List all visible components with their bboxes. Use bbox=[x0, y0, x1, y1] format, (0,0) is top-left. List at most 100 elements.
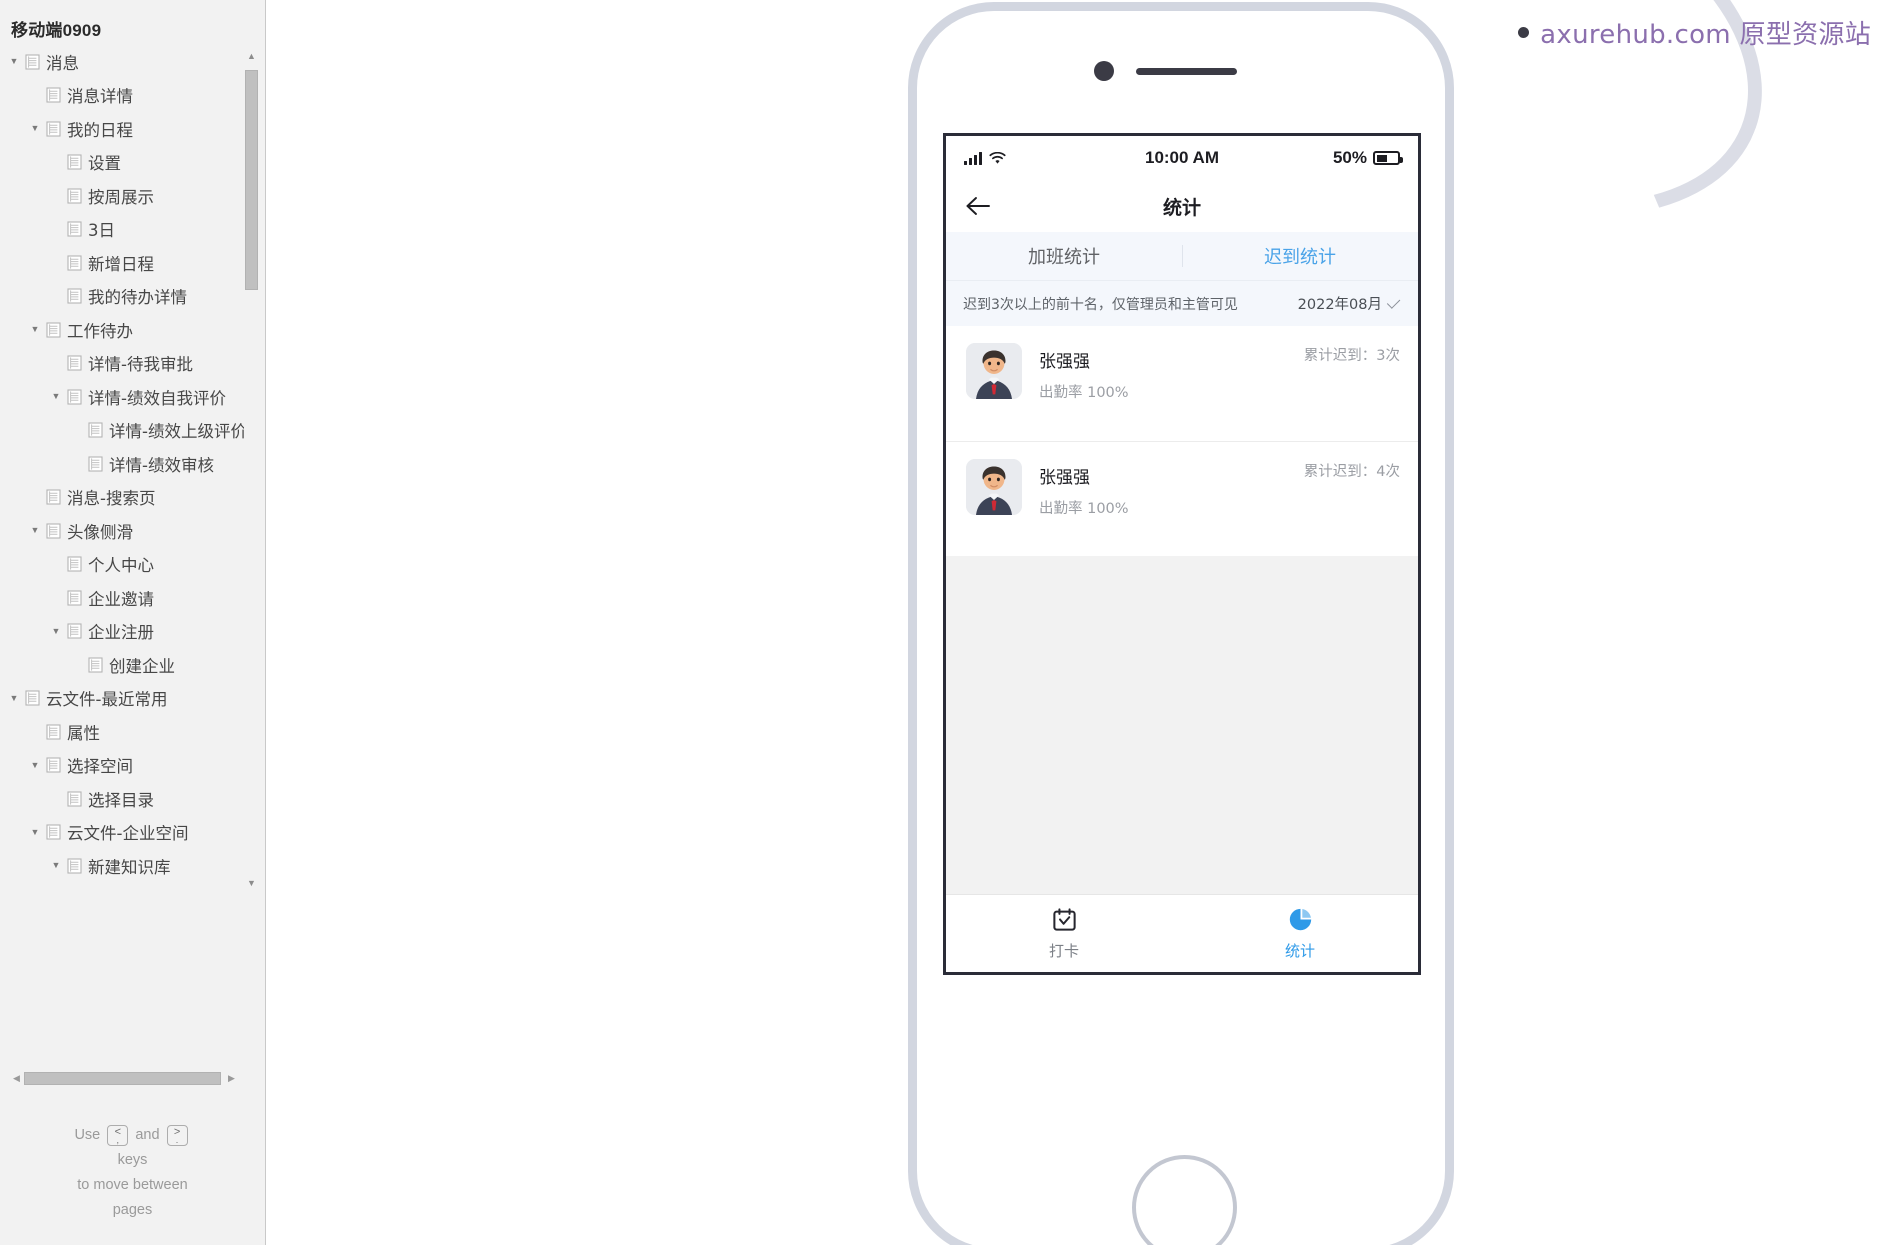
tree-item[interactable]: ▼企业邀请 bbox=[0, 581, 248, 615]
page-icon bbox=[64, 255, 84, 271]
tree-item[interactable]: ▼ 云文件-最近常用 bbox=[0, 682, 248, 716]
tree-item-label: 我的待办详情 bbox=[88, 288, 187, 308]
hint-and-label: and bbox=[135, 1127, 160, 1143]
scroll-up-arrow-icon[interactable]: ▲ bbox=[244, 48, 259, 63]
late-count: 累计迟到：4次 bbox=[1303, 464, 1400, 480]
tree-item[interactable]: ▼ 企业注册 bbox=[0, 615, 248, 649]
tree-item-label: 详情-绩效自我评价 bbox=[88, 388, 226, 408]
chevron-down-icon[interactable]: ▼ bbox=[27, 526, 43, 535]
tree-item[interactable]: ▼选择目录 bbox=[0, 782, 248, 816]
segmented-tabs: 加班统计 迟到统计 bbox=[946, 232, 1418, 280]
battery-icon bbox=[1373, 151, 1403, 165]
tree-item[interactable]: ▼ 详情-绩效自我评价 bbox=[0, 380, 248, 414]
next-page-keycap: > . bbox=[166, 1124, 188, 1146]
tab-checkin-label: 打卡 bbox=[1048, 942, 1079, 960]
tree-item[interactable]: ▼消息-搜索页 bbox=[0, 481, 248, 515]
tree-item-label: 工作待办 bbox=[67, 321, 133, 341]
tree-item-label: 新增日程 bbox=[88, 254, 154, 274]
chevron-down-icon[interactable]: ▼ bbox=[27, 760, 43, 770]
tab-stats-label: 统计 bbox=[1284, 942, 1315, 960]
tree-item-label: 企业注册 bbox=[88, 623, 154, 643]
tree-item[interactable]: ▼新增日程 bbox=[0, 246, 248, 280]
page-icon bbox=[85, 657, 105, 673]
vertical-scroll-thumb[interactable] bbox=[245, 70, 258, 290]
tree-item[interactable]: ▼创建企业 bbox=[0, 648, 248, 682]
sidebar-title: 移动端0909 bbox=[11, 21, 102, 40]
chevron-down-icon[interactable]: ▼ bbox=[27, 124, 43, 133]
tree-item-label: 消息详情 bbox=[67, 87, 133, 107]
tree-item[interactable]: ▼ 新建知识库 bbox=[0, 849, 248, 883]
status-bar: 10:00 AM 50% bbox=[946, 136, 1418, 180]
tab-checkin[interactable]: 打卡 bbox=[946, 906, 1182, 961]
tree-item[interactable]: ▼我的待办详情 bbox=[0, 280, 248, 314]
tree-item[interactable]: ▼3日 bbox=[0, 213, 248, 247]
tree-item[interactable]: ▼ 选择空间 bbox=[0, 749, 248, 783]
tab-late-stats[interactable]: 迟到统计 bbox=[1182, 243, 1418, 269]
pages-sidebar: 移动端0909 ▼消息▼消息详情▼我的日程▼设置▼按周展示▼3日▼新增日程▼我的… bbox=[0, 0, 266, 1245]
home-button[interactable] bbox=[1132, 1155, 1237, 1245]
page-icon bbox=[64, 389, 84, 405]
next-key-bottom: . bbox=[175, 1134, 179, 1145]
page-icon bbox=[43, 87, 63, 103]
page-icon bbox=[85, 456, 105, 472]
tree-item[interactable]: ▼ 消息 bbox=[0, 45, 248, 79]
scroll-left-arrow-icon[interactable]: ◀ bbox=[10, 1071, 23, 1086]
tree-item[interactable]: ▼ 云文件-企业空间 bbox=[0, 816, 248, 850]
chevron-down-icon[interactable]: ▼ bbox=[27, 325, 43, 334]
chevron-down-icon[interactable]: ▼ bbox=[6, 693, 22, 703]
tree-item[interactable]: ▼详情-绩效审核 bbox=[0, 447, 248, 481]
tab-stats[interactable]: 统计 bbox=[1182, 906, 1418, 961]
scroll-right-arrow-icon[interactable]: ▶ bbox=[225, 1071, 238, 1086]
page-icon bbox=[43, 757, 63, 773]
page-tree[interactable]: ▼消息▼消息详情▼我的日程▼设置▼按周展示▼3日▼新增日程▼我的待办详情▼工作待… bbox=[0, 45, 248, 885]
list-item[interactable]: 张强强 出勤率 100% 累计迟到：3次 bbox=[946, 326, 1418, 441]
page-icon bbox=[64, 355, 84, 371]
tree-vertical-scrollbar[interactable]: ▲ ▼ bbox=[244, 48, 259, 890]
tree-item[interactable]: ▼详情-绩效上级评价 bbox=[0, 414, 248, 448]
chevron-down-icon[interactable]: ▼ bbox=[48, 392, 64, 401]
chevron-down-icon[interactable]: ▼ bbox=[48, 626, 64, 636]
list-item[interactable]: 张强强 出勤率 100% 累计迟到：4次 bbox=[946, 441, 1418, 556]
tree-item-label: 3日 bbox=[88, 221, 115, 241]
tree-item-label: 我的日程 bbox=[67, 120, 133, 140]
chevron-down-icon[interactable]: ▼ bbox=[48, 861, 64, 870]
page-icon bbox=[64, 858, 84, 874]
tree-item-label: 云文件-企业空间 bbox=[67, 824, 189, 844]
horizontal-scroll-thumb[interactable] bbox=[24, 1072, 221, 1085]
tree-item[interactable]: ▼设置 bbox=[0, 146, 248, 180]
tree-item[interactable]: ▼属性 bbox=[0, 715, 248, 749]
page-icon bbox=[85, 422, 105, 438]
page-icon bbox=[43, 121, 63, 137]
chevron-down-icon bbox=[1386, 295, 1401, 309]
late-ranking-list: 张强强 出勤率 100% 累计迟到：3次 张强强 出勤率 100% 累计迟到：4次 bbox=[946, 326, 1418, 556]
tree-item-label: 选择空间 bbox=[67, 757, 133, 777]
tree-item[interactable]: ▼ 工作待办 bbox=[0, 313, 248, 347]
hint-line-2: keys bbox=[117, 1152, 148, 1168]
tree-item-label: 消息 bbox=[46, 53, 79, 73]
page-icon bbox=[64, 556, 84, 572]
tree-item[interactable]: ▼个人中心 bbox=[0, 548, 248, 582]
tree-item-label: 详情-待我审批 bbox=[88, 355, 193, 375]
tree-item[interactable]: ▼按周展示 bbox=[0, 179, 248, 213]
nav-bar: 统计 bbox=[946, 180, 1418, 232]
tree-horizontal-scrollbar[interactable]: ◀ ▶ bbox=[10, 1071, 238, 1086]
person-name: 张强强 bbox=[1039, 468, 1090, 488]
tree-item-label: 消息-搜索页 bbox=[67, 489, 156, 509]
tree-item[interactable]: ▼消息详情 bbox=[0, 79, 248, 113]
status-time: 10:00 AM bbox=[1144, 148, 1219, 167]
page-icon bbox=[22, 690, 42, 706]
pie-chart-icon bbox=[1289, 908, 1311, 931]
watermark: axurehub.com 原型资源站 bbox=[1518, 14, 1871, 51]
page-icon bbox=[43, 724, 63, 740]
tree-item[interactable]: ▼ 我的日程 bbox=[0, 112, 248, 146]
tree-item-label: 企业邀请 bbox=[88, 589, 154, 609]
tree-item-label: 属性 bbox=[67, 723, 100, 743]
page-icon bbox=[64, 590, 84, 606]
chevron-down-icon[interactable]: ▼ bbox=[27, 827, 43, 837]
chevron-down-icon[interactable]: ▼ bbox=[6, 57, 22, 66]
tree-item[interactable]: ▼详情-待我审批 bbox=[0, 347, 248, 381]
tab-overtime-stats[interactable]: 加班统计 bbox=[946, 243, 1182, 269]
month-selector[interactable]: 2022年08月 bbox=[1298, 293, 1401, 314]
tree-item[interactable]: ▼ 头像侧滑 bbox=[0, 514, 248, 548]
scroll-down-arrow-icon[interactable]: ▼ bbox=[244, 875, 259, 890]
